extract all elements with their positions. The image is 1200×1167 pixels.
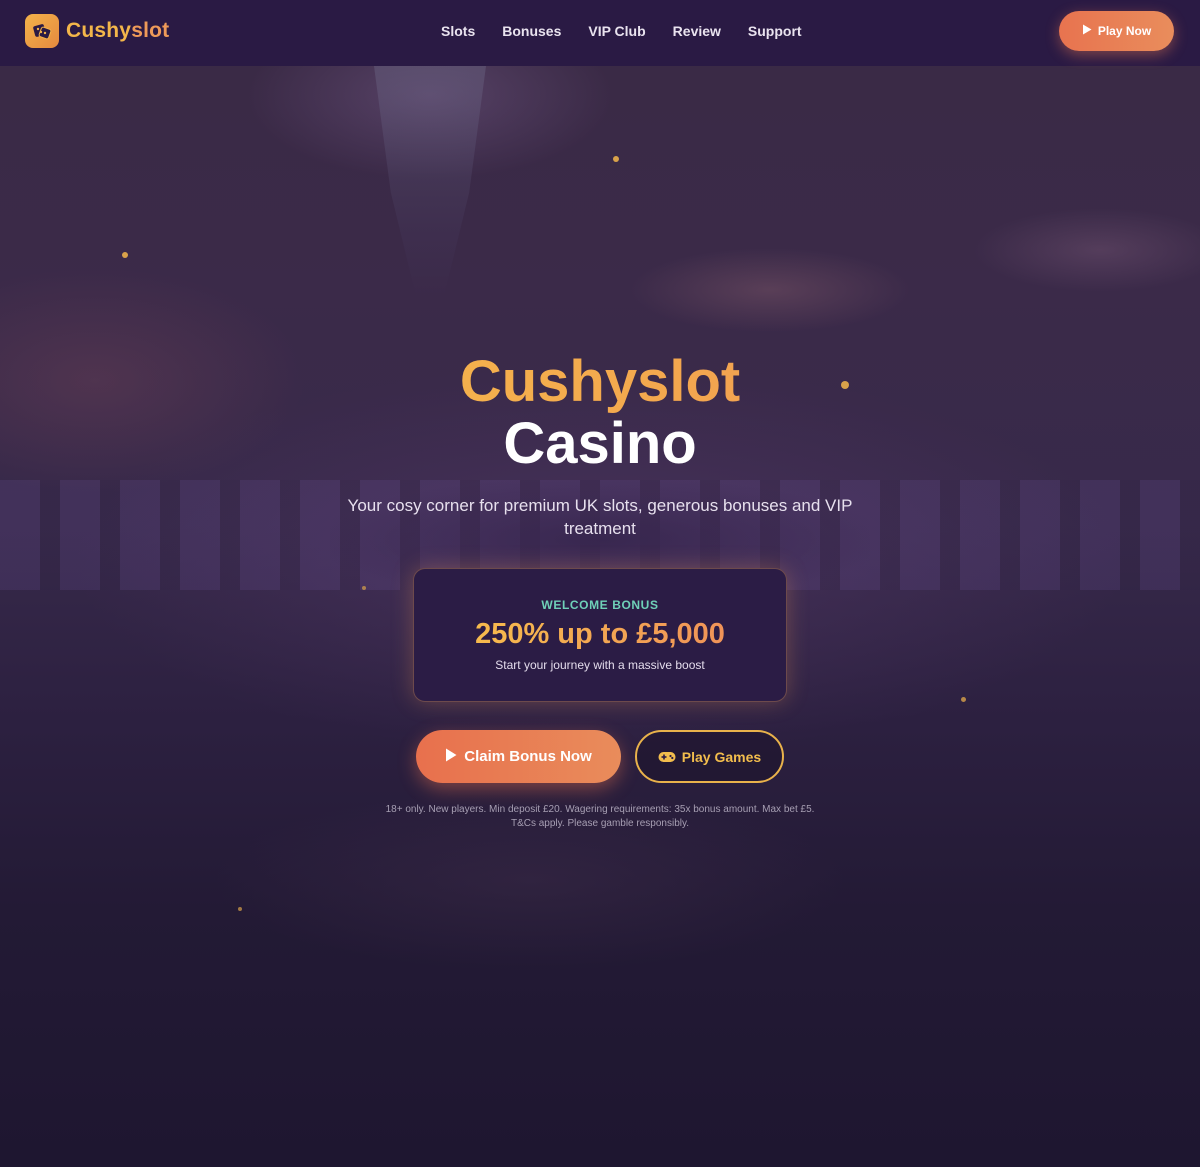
sparkle-dot xyxy=(961,697,966,702)
hero-title: Cushyslot Casino xyxy=(0,350,1200,476)
play-icon xyxy=(445,748,457,766)
dice-icon xyxy=(25,14,59,48)
bonus-amount: 250% up to £5,000 xyxy=(414,618,786,651)
play-now-label: Play Now xyxy=(1097,24,1152,38)
nav-link-bonuses[interactable]: Bonuses xyxy=(502,23,561,39)
brand-logo[interactable]: Cushyslot xyxy=(25,14,169,48)
gamepad-icon xyxy=(658,751,676,763)
play-now-button[interactable]: Play Now xyxy=(1059,11,1174,51)
welcome-bonus-card: WELCOME BONUS 250% up to £5,000 Start yo… xyxy=(413,568,787,702)
bonus-label: WELCOME BONUS xyxy=(541,598,659,612)
sparkle-dot xyxy=(613,156,619,162)
nav-link-vip-club[interactable]: VIP Club xyxy=(588,23,645,39)
sparkle-dot xyxy=(238,907,242,911)
hero-title-casino: Casino xyxy=(503,411,697,476)
play-games-button[interactable]: Play Games xyxy=(635,730,784,783)
play-games-label: Play Games xyxy=(681,748,762,765)
claim-bonus-label: Claim Bonus Now xyxy=(464,748,592,765)
responsible-gambling-disclaimer: 18+ only. New players. Min deposit £20. … xyxy=(385,804,815,829)
brand-name-part1: Cushy xyxy=(66,19,132,42)
brand-name-part2: slot xyxy=(131,19,170,42)
chandelier-decoration xyxy=(374,66,486,296)
nav-link-slots[interactable]: Slots xyxy=(441,23,475,39)
claim-bonus-button[interactable]: Claim Bonus Now xyxy=(416,730,621,783)
brand-name: Cushyslot xyxy=(66,19,169,43)
sparkle-dot xyxy=(362,586,366,590)
hero-title-brand: Cushyslot xyxy=(0,350,1200,414)
top-navbar: Cushyslot Slots Bonuses VIP Club Review … xyxy=(0,0,1200,66)
bonus-description: Start your journey with a massive boost xyxy=(495,658,705,672)
nav-link-support[interactable]: Support xyxy=(748,23,802,39)
hero-subtitle: Your cosy corner for premium UK slots, g… xyxy=(347,496,853,538)
play-icon xyxy=(1082,24,1092,38)
nav-link-review[interactable]: Review xyxy=(673,23,721,39)
sparkle-dot xyxy=(122,252,128,258)
main-nav: Slots Bonuses VIP Club Review Support xyxy=(441,23,829,39)
